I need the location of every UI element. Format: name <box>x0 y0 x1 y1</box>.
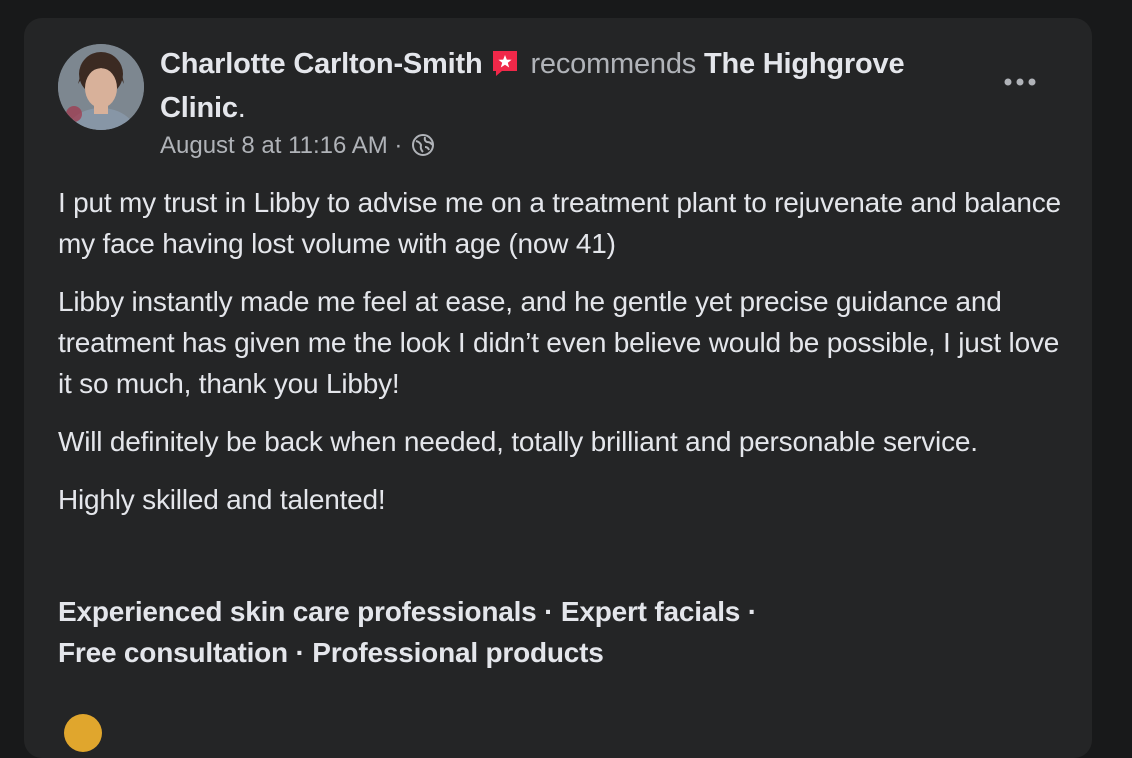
author-avatar[interactable] <box>58 44 144 130</box>
more-options-icon <box>1004 78 1036 86</box>
review-post-card: Charlotte Carlton-Smith recommends The Hi… <box>24 18 1092 758</box>
globe-icon[interactable] <box>411 133 435 166</box>
avatar-photo <box>58 44 144 130</box>
tag-free-consultation[interactable]: Free consultation <box>58 637 288 668</box>
tag-experienced-skin-care[interactable]: Experienced skin care professionals <box>58 596 537 627</box>
review-paragraph: I put my trust in Libby to advise me on … <box>58 187 1061 259</box>
review-paragraph: Highly skilled and talented! <box>58 484 386 515</box>
tag-professional-products[interactable]: Professional products <box>312 637 604 668</box>
tag-expert-facials[interactable]: Expert facials <box>561 596 740 627</box>
review-text: I put my trust in Libby to advise me on … <box>58 182 1068 537</box>
post-header: Charlotte Carlton-Smith recommends The Hi… <box>160 44 990 128</box>
recommendation-flag-icon <box>490 48 520 88</box>
tag-separator: · <box>740 596 757 627</box>
review-paragraph: Will definitely be back when needed, tot… <box>58 426 978 457</box>
recommendation-tags: Experienced skin care professionals · Ex… <box>58 591 958 673</box>
post-timestamp[interactable]: August 8 at 11:16 AM <box>160 132 388 159</box>
tag-separator: · <box>287 637 313 668</box>
more-options-button[interactable] <box>996 66 1044 98</box>
review-paragraph: Libby instantly made me feel at ease, an… <box>58 286 1060 399</box>
author-name-link[interactable]: Charlotte Carlton-Smith <box>160 48 483 80</box>
recommends-text: recommends <box>530 48 697 80</box>
post-meta: August 8 at 11:16 AM · <box>160 130 435 166</box>
header-period: . <box>237 92 246 124</box>
tag-separator: · <box>536 596 561 627</box>
meta-separator: · <box>387 132 410 159</box>
